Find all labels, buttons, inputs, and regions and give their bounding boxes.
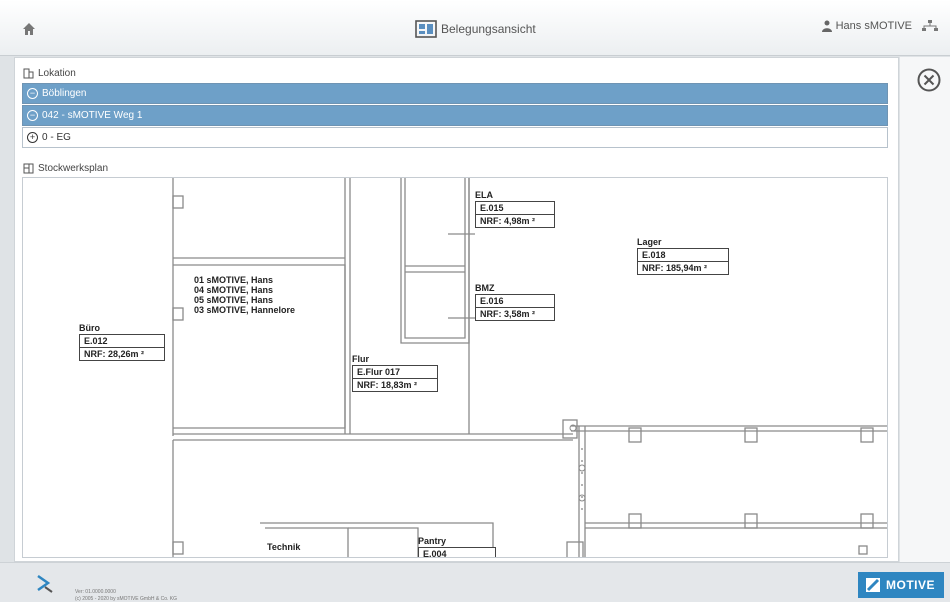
copyright-text: (c) 2005 - 2020 by sMOTIVE GmbH & Co. KG — [75, 596, 177, 602]
network-icon[interactable] — [922, 20, 938, 32]
home-icon — [23, 23, 35, 35]
room-name: Büro — [79, 323, 100, 333]
room-label-flur[interactable]: Flur E.Flur 017 NRF: 18,83m ² — [352, 354, 438, 392]
occupant-entry: 01 sMOTIVE, Hans — [194, 275, 274, 285]
room-area: NRF: 185,94m ² — [637, 262, 729, 275]
location-item-city[interactable]: − Böblingen — [22, 83, 888, 104]
location-tree: − Böblingen − 042 - sMOTIVE Weg 1 + 0 - … — [22, 83, 888, 149]
floorplan-map-icon — [415, 20, 437, 38]
room-code: E.004 — [418, 547, 496, 557]
room-name: Lager — [637, 237, 662, 247]
home-button[interactable] — [20, 20, 38, 38]
room-code: E.016 — [475, 294, 555, 308]
occupant-list: 01 sMOTIVE, Hans 04 sMOTIVE, Hans 05 sMO… — [194, 275, 295, 315]
floorplan-icon — [23, 163, 34, 174]
app-logo-icon — [37, 574, 53, 593]
room-name: Pantry — [418, 536, 447, 546]
brand-mark-icon — [866, 578, 880, 592]
page-title: Belegungsansicht — [441, 22, 536, 36]
collapse-icon[interactable]: − — [27, 88, 38, 99]
brand-logo: MOTIVE — [858, 572, 944, 598]
room-area: NRF: 3,58m ² — [475, 308, 555, 321]
location-item-label: 0 - EG — [42, 132, 71, 143]
user-area: Hans sMOTIVE — [821, 20, 938, 32]
room-area: NRF: 4,98m ² — [475, 215, 555, 228]
occupant-entry: 03 sMOTIVE, Hannelore — [194, 305, 296, 315]
top-bar: Belegungsansicht Hans sMOTIVE — [0, 0, 950, 56]
room-area: NRF: 28,26m ² — [79, 348, 165, 361]
floorplan-heading: Stockwerksplan — [23, 163, 108, 174]
room-area: NRF: 18,83m ² — [352, 379, 438, 392]
room-label-ela[interactable]: ELA E.015 NRF: 4,98m ² — [475, 190, 555, 228]
location-item-label: Böblingen — [42, 88, 87, 99]
room-label-buero[interactable]: Büro E.012 NRF: 28,26m ² — [79, 323, 165, 361]
room-name: BMZ — [475, 283, 495, 293]
room-name: Technik — [267, 542, 301, 552]
room-code: E.018 — [637, 248, 729, 262]
occupant-entry: 04 sMOTIVE, Hans — [194, 285, 274, 295]
footer: Ver: 01.0000.0000 (c) 2005 - 2020 by sMO… — [0, 562, 950, 602]
room-label-lager[interactable]: Lager E.018 NRF: 185,94m ² — [637, 237, 729, 275]
user-name[interactable]: Hans sMOTIVE — [836, 20, 912, 32]
page-title-area: Belegungsansicht — [415, 18, 536, 40]
room-name: Flur — [352, 354, 369, 364]
floor-plan-walls — [172, 178, 887, 557]
close-icon — [917, 68, 941, 92]
location-item-label: 042 - sMOTIVE Weg 1 — [42, 110, 143, 121]
expand-icon[interactable]: + — [27, 132, 38, 143]
location-item-building[interactable]: − 042 - sMOTIVE Weg 1 — [22, 105, 888, 126]
location-heading: Lokation — [23, 68, 76, 79]
room-label-pantry[interactable]: Pantry E.004 — [418, 536, 496, 557]
version-text: Ver: 01.0000.0000 — [75, 589, 116, 595]
room-label-technik[interactable]: Technik — [267, 542, 300, 553]
user-icon — [821, 20, 832, 32]
location-label: Lokation — [38, 68, 76, 79]
building-icon — [23, 68, 34, 79]
room-label-bmz[interactable]: BMZ E.016 NRF: 3,58m ² — [475, 283, 555, 321]
floorplan-label: Stockwerksplan — [38, 163, 109, 174]
brand-name: MOTIVE — [886, 578, 936, 592]
right-strip — [900, 57, 950, 562]
location-item-floor[interactable]: + 0 - EG — [22, 127, 888, 148]
collapse-icon[interactable]: − — [27, 110, 38, 121]
room-code: E.015 — [475, 201, 555, 215]
room-code: E.012 — [79, 334, 165, 348]
floor-plan[interactable]: 01 sMOTIVE, Hans 04 sMOTIVE, Hans 05 sMO… — [22, 177, 888, 558]
room-name: ELA — [475, 190, 493, 200]
close-button[interactable] — [917, 68, 941, 92]
room-code: E.Flur 017 — [352, 365, 438, 379]
occupant-entry: 05 sMOTIVE, Hans — [194, 295, 274, 305]
